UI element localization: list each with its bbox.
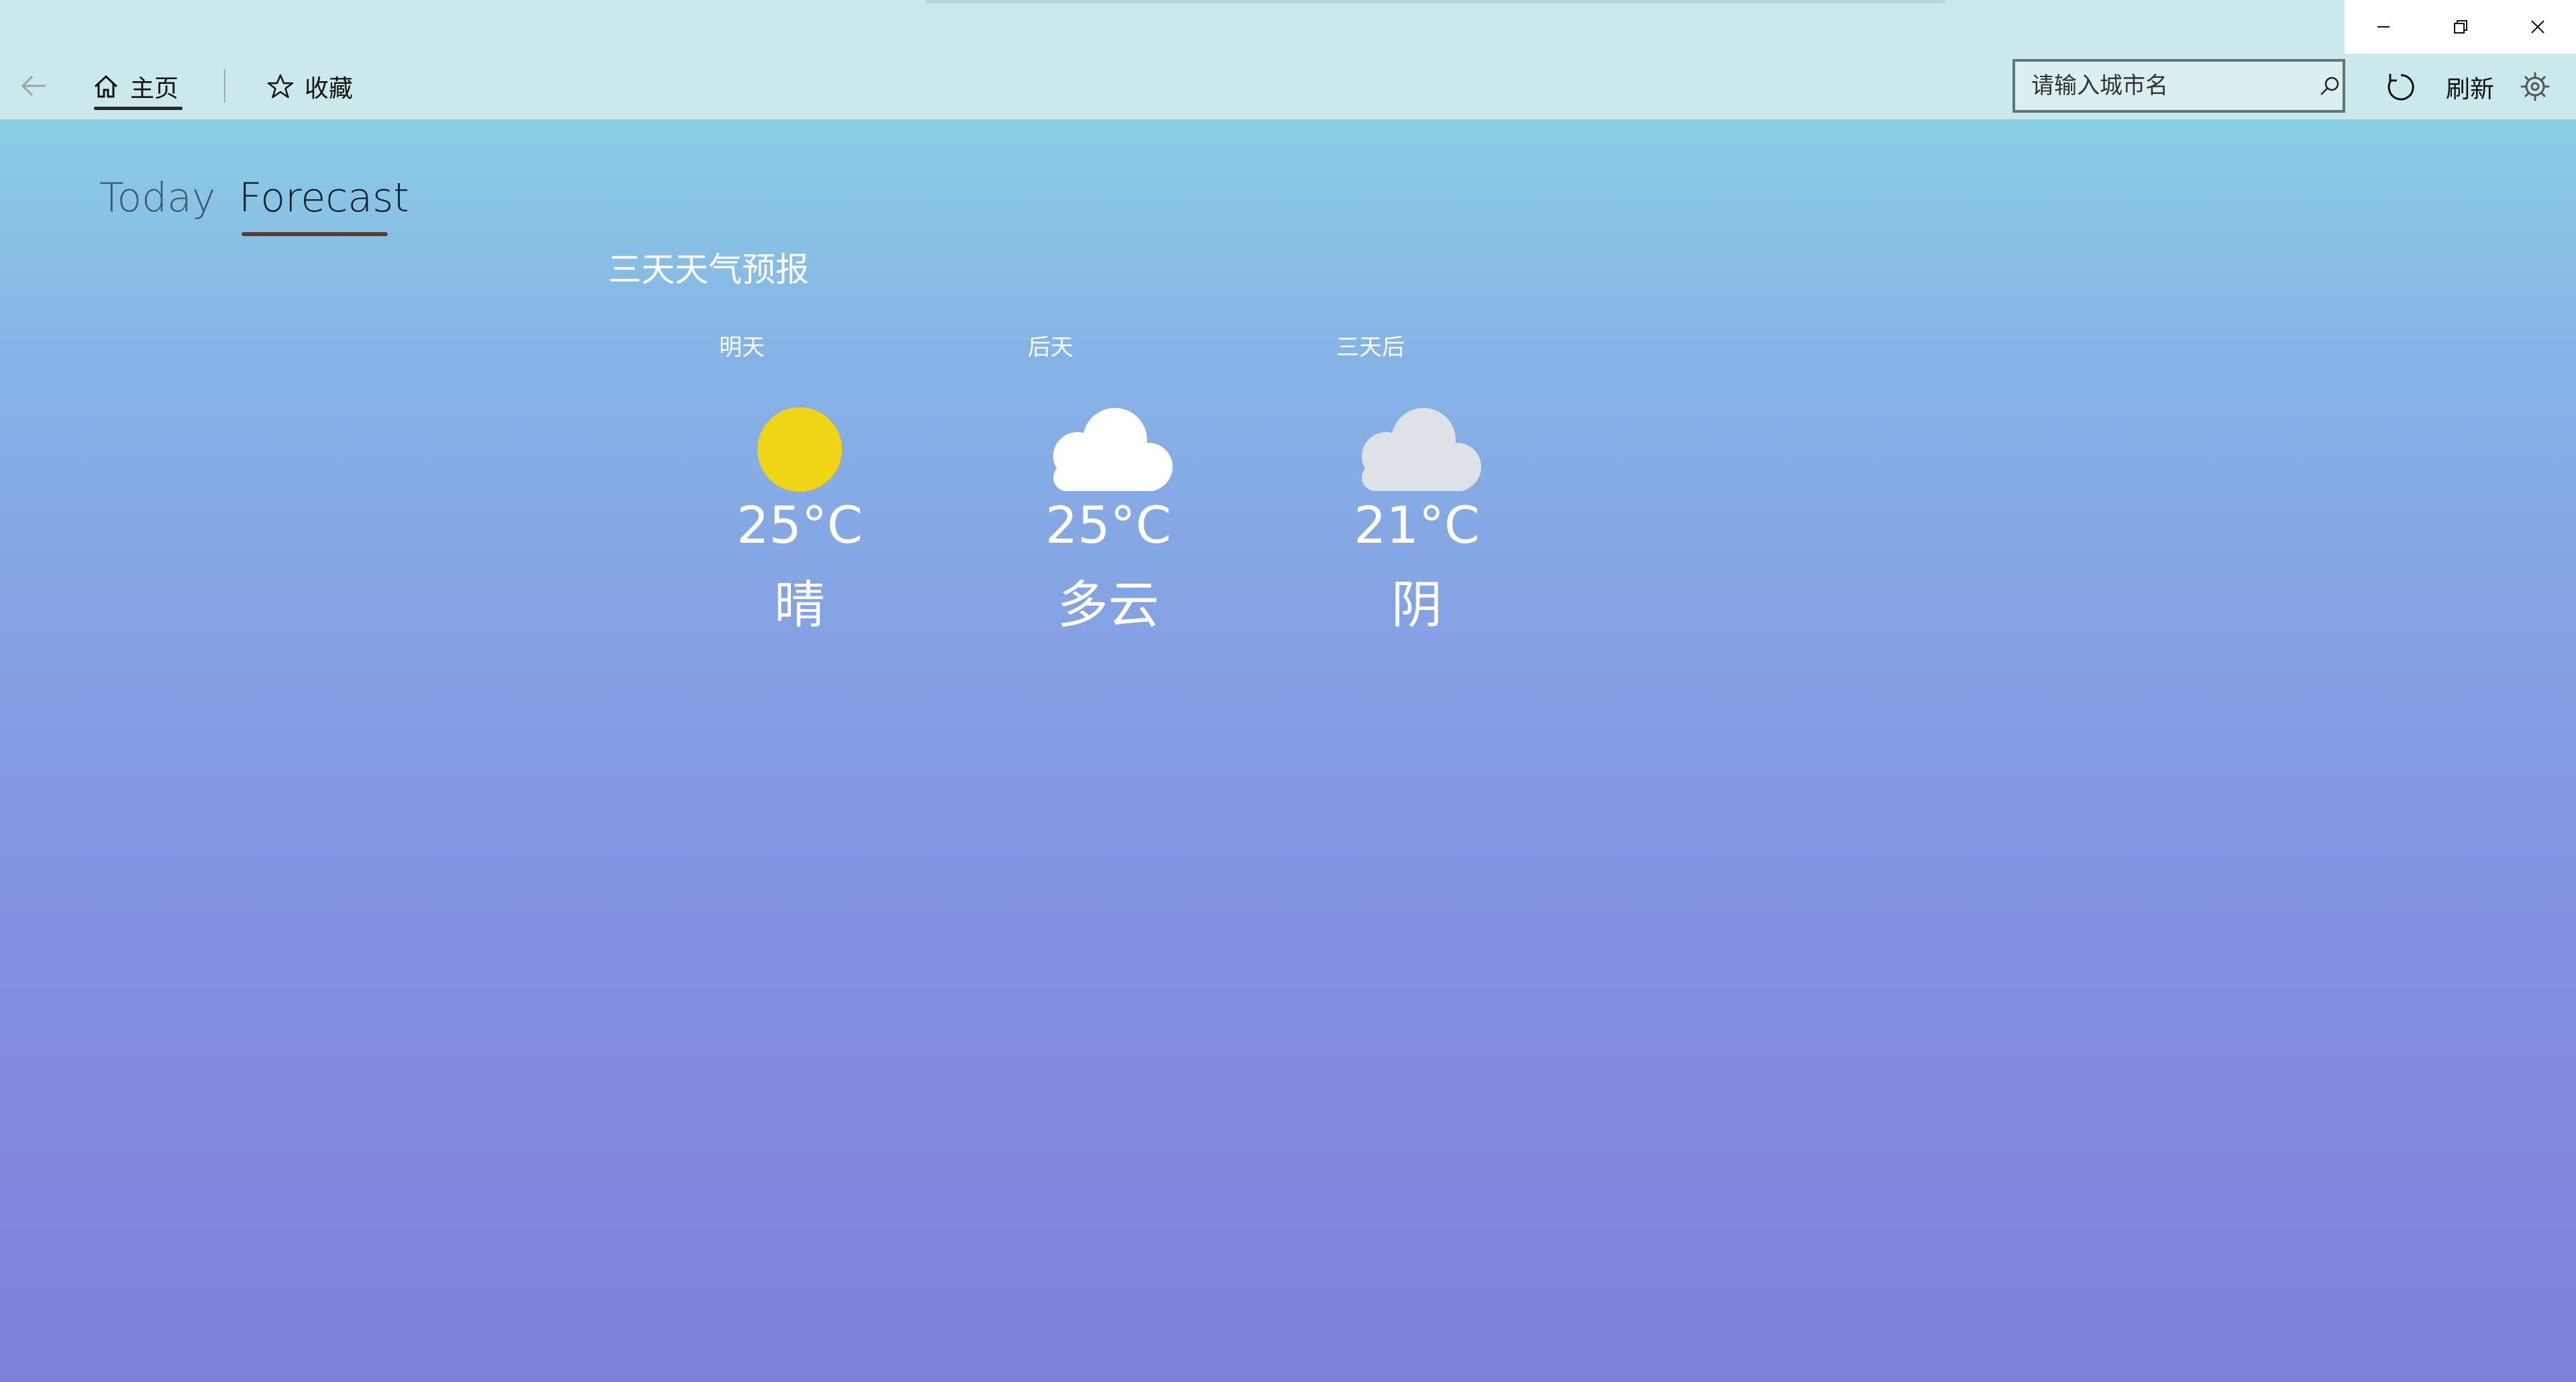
close-button[interactable]: [2499, 0, 2576, 54]
forecast-condition: 多云: [1057, 575, 1159, 635]
refresh-button[interactable]: 刷新: [2446, 70, 2494, 105]
forecast-condition: 晴: [774, 575, 825, 635]
refresh-icon[interactable]: [2383, 69, 2419, 105]
tab-forecast[interactable]: Forecast: [239, 174, 409, 221]
search-icon[interactable]: [2317, 74, 2343, 97]
forecast-day: 三天后 21°C 阴: [1336, 322, 1497, 644]
restore-icon: [2453, 20, 2467, 34]
forecast-temperature: 25°C: [737, 495, 863, 555]
home-icon: [93, 73, 119, 100]
forecast-condition: 阴: [1391, 575, 1442, 635]
back-button[interactable]: [15, 67, 52, 105]
minimize-button[interactable]: [2345, 0, 2422, 54]
forecast-day: 后天 25°C 多云: [1028, 322, 1189, 644]
forecast-day-label: 后天: [1028, 334, 1073, 361]
nav-divider: [224, 69, 225, 103]
forecast-day-label: 三天后: [1336, 334, 1405, 361]
forecast-title: 三天天气预报: [608, 250, 809, 289]
forecast-temperature: 25°C: [1045, 495, 1171, 555]
gear-icon[interactable]: [2517, 68, 2553, 105]
sun-icon: [719, 403, 880, 496]
nav-item-favorites[interactable]: 收藏: [267, 64, 353, 109]
close-icon: [2530, 20, 2544, 34]
back-arrow-icon: [21, 75, 46, 97]
tab-today[interactable]: Today: [99, 174, 216, 221]
nav-home-underline: [94, 107, 183, 110]
star-icon: [267, 73, 294, 100]
forecast-temperature: 21°C: [1354, 495, 1480, 555]
tab-selected-indicator: [241, 232, 388, 236]
forecast-day: 明天 25°C 晴: [719, 322, 880, 644]
city-search-input[interactable]: [2015, 61, 2317, 111]
minimize-icon: [2377, 26, 2390, 28]
nav-favorites-label: 收藏: [305, 75, 354, 103]
forecast-day-label: 明天: [719, 334, 765, 361]
cloud-icon: [1028, 403, 1189, 496]
drag-region[interactable]: [926, 0, 1945, 3]
city-search-box: [2012, 59, 2345, 113]
nav-home-label: 主页: [130, 75, 179, 103]
overcast-cloud-icon: [1336, 403, 1497, 496]
nav-item-home[interactable]: 主页: [93, 64, 183, 110]
title-bar: 主页 收藏 刷新: [0, 0, 2576, 119]
restore-button[interactable]: [2422, 0, 2499, 54]
window-controls: [2345, 0, 2576, 54]
